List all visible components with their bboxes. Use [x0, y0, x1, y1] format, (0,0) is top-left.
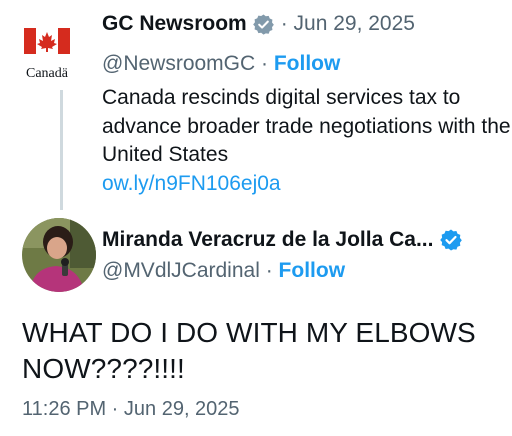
- parent-name-row: GC Newsroom · Jun 29, 2025: [102, 12, 415, 36]
- reply-tweet-text: WHAT DO I DO WITH MY ELBOWS NOW????!!!!: [22, 317, 476, 384]
- government-badge-icon: [252, 13, 275, 36]
- reply-name-row: Miranda Veracruz de la Jolla Ca...: [102, 228, 463, 252]
- parent-display-name[interactable]: GC Newsroom: [102, 12, 247, 36]
- reply-handle[interactable]: @MVdlJCardinal: [102, 259, 260, 282]
- parent-follow-button[interactable]: Follow: [274, 52, 341, 75]
- separator-dot: ·: [261, 52, 274, 75]
- reply-handle-row: @MVdlJCardinal · Follow: [102, 259, 345, 283]
- separator-dot: ·: [265, 259, 279, 282]
- parent-handle-row: @NewsroomGC · Follow: [102, 52, 340, 76]
- verified-badge-icon: [439, 228, 463, 252]
- parent-tweet-text: Canada rescinds digital services tax to …: [102, 86, 511, 166]
- avatar[interactable]: [22, 218, 96, 292]
- canada-wordmark: Canadä: [26, 66, 69, 81]
- reply-display-name[interactable]: Miranda Veracruz de la Jolla Ca...: [102, 228, 433, 252]
- canada-logo[interactable]: Canadä: [22, 26, 74, 82]
- parent-tweet-link[interactable]: ow.ly/n9FN106ej0a: [102, 172, 281, 196]
- reply-timestamp[interactable]: 11:26 PM · Jun 29, 2025: [22, 398, 240, 421]
- reply-follow-button[interactable]: Follow: [279, 259, 346, 282]
- thread-connector-line: [60, 90, 63, 210]
- parent-date[interactable]: · Jun 29, 2025: [281, 12, 415, 36]
- parent-handle[interactable]: @NewsroomGC: [102, 52, 255, 75]
